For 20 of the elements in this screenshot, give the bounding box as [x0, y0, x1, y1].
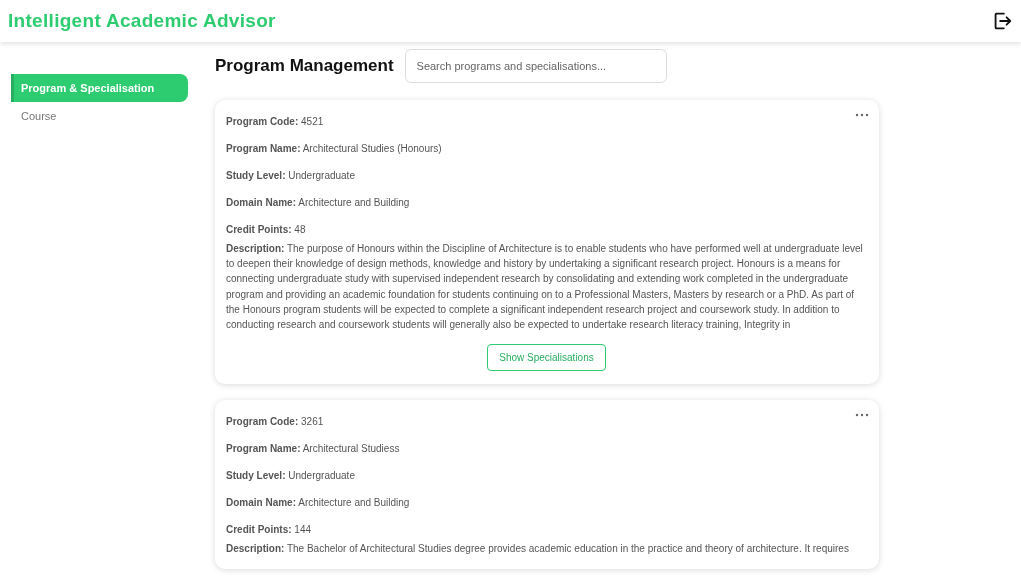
program-description: Description: The Bachelor of Architectural Studies degree provides academic education in the practice and theory of architecture. It requires [226, 542, 850, 557]
show-specialisations-button[interactable]: Show Specialisations [487, 344, 606, 372]
search-field[interactable]: Search programs and specialisations... [404, 49, 667, 83]
more-options-icon[interactable] [855, 412, 869, 419]
program-field: Program Code: 4521 [226, 116, 867, 128]
program-field: Domain Name: Architecture and Building [226, 497, 867, 510]
program-field: Study Level: Undergraduate [226, 470, 867, 483]
app-title: Intelligent Academic Advisor [8, 10, 276, 32]
program-field: Credit Points: 144 [226, 524, 867, 537]
program-description: Description: The purpose of Honours within the Discipline of Architecture is to enable students who have performed well at undergraduate level to deepen their knowledge of design methods, knowledge and history by undertaking a significant research project. Honours is a means for connecting undergraduate study with supervised independent research by consolidating and extending work completed in the undergraduate program and providing an academic foundation for students continuing on to a Professional Masters, Masters by research or a PhD. As part of the Honours program students will be expected to complete a significant independent research project and coursework study. In addition to conducting research and coursework students will generally also be expected to undertake research literacy training, Integrity in [226, 242, 864, 332]
sidebar-item[interactable]: Program & Specialisation [11, 74, 188, 102]
more-options-icon[interactable] [855, 112, 869, 118]
program-field: Program Name: Architectural Studies (Honours) [226, 143, 867, 155]
program-field: Program Code: 3261 [226, 416, 867, 429]
program-field: Study Level: Undergraduate [226, 170, 867, 182]
sidebar-item[interactable]: Course [11, 102, 188, 130]
program-field: Credit Points: 48 [226, 224, 867, 236]
program-field: Domain Name: Architecture and Building [226, 197, 867, 209]
program-field: Program Name: Architectural Studiess [226, 443, 867, 456]
page-title: Program Management [215, 56, 394, 76]
